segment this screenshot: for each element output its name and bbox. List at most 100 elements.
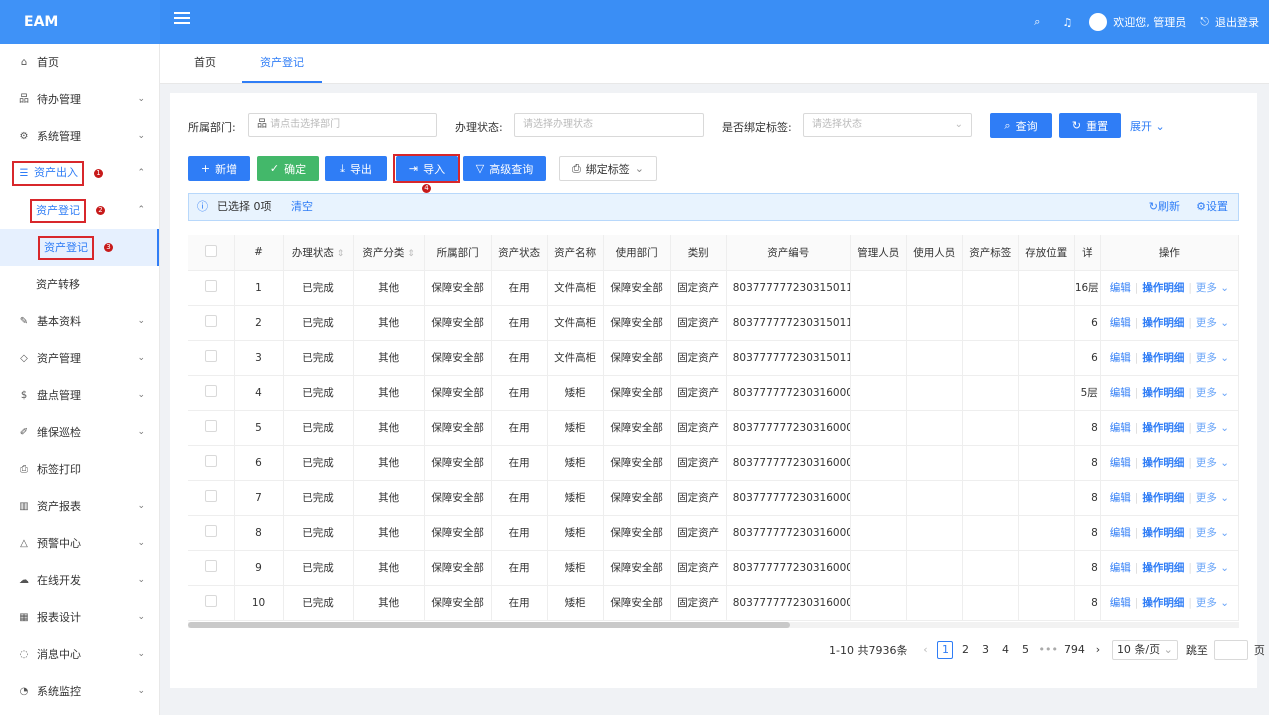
sidebar-item-inventory[interactable]: $ 盘点管理 ⌄ — [0, 377, 159, 414]
sort-icon[interactable]: ⇕ — [334, 249, 345, 259]
more-dropdown[interactable]: 更多 ⌄ — [1196, 597, 1229, 609]
more-dropdown[interactable]: 更多 ⌄ — [1196, 317, 1229, 329]
sidebar-item-asset-manage[interactable]: ◇ 资产管理 ⌄ — [0, 340, 159, 377]
row-checkbox[interactable] — [204, 455, 217, 467]
edit-link[interactable]: 编辑 — [1110, 422, 1131, 434]
edit-link[interactable]: 编辑 — [1110, 492, 1131, 504]
table-row[interactable]: 10 已完成 其他 保障安全部 在用 矮柜 保障安全部 固定资产 803777777230316… — [188, 585, 1240, 621]
edit-link[interactable]: 编辑 — [1110, 457, 1131, 469]
horizontal-scrollbar[interactable] — [188, 622, 1239, 628]
page-number[interactable]: 3 — [977, 641, 993, 659]
page-number[interactable]: 1 — [937, 641, 954, 659]
tab-asset-register[interactable]: 资产登记 — [242, 44, 322, 83]
select-all-checkbox[interactable] — [204, 244, 217, 257]
sidebar-item-label-print[interactable]: ⎙ 标签打印 — [0, 451, 159, 488]
prev-page-icon[interactable]: ‹ — [917, 641, 933, 659]
sidebar-item-asset-report[interactable]: ▥ 资产报表 ⌄ — [0, 488, 159, 525]
sidebar-item-system[interactable]: ⚙ 系统管理 ⌄ — [0, 118, 159, 155]
row-checkbox[interactable] — [204, 420, 217, 432]
menu-toggle-icon[interactable] — [174, 12, 190, 26]
row-checkbox[interactable] — [204, 350, 217, 362]
edit-link[interactable]: 编辑 — [1110, 387, 1131, 399]
sidebar-item-maintenance[interactable]: ✐ 维保巡检 ⌄ — [0, 414, 159, 451]
sidebar-item-online-dev[interactable]: ☁ 在线开发 ⌄ — [0, 562, 159, 599]
scrollbar-thumb[interactable] — [188, 622, 790, 628]
edit-link[interactable]: 编辑 — [1110, 282, 1131, 294]
dept-filter-input[interactable]: 品 请点击选择部门 — [248, 113, 437, 137]
jump-input[interactable] — [1213, 640, 1248, 660]
more-dropdown[interactable]: 更多 ⌄ — [1196, 352, 1229, 364]
sidebar-item-todo[interactable]: 品待办管理 ⌄ — [0, 81, 159, 118]
operation-detail-link[interactable]: 操作明细 — [1142, 562, 1184, 574]
operation-detail-link[interactable]: 操作明细 — [1142, 527, 1184, 539]
sort-icon[interactable]: ⇕ — [404, 249, 415, 259]
more-dropdown[interactable]: 更多 ⌄ — [1196, 422, 1229, 434]
pagination-ellipsis[interactable]: ••• — [1037, 641, 1058, 659]
operation-detail-link[interactable]: 操作明细 — [1142, 422, 1184, 434]
operation-detail-link[interactable]: 操作明细 — [1142, 457, 1184, 469]
search-icon[interactable]: ⌕ — [1029, 14, 1045, 30]
edit-link[interactable]: 编辑 — [1110, 352, 1131, 364]
table-row[interactable]: 4 已完成 其他 保障安全部 在用 矮柜 保障安全部 固定资产 8037777772303160… — [188, 375, 1240, 411]
edit-link[interactable]: 编辑 — [1110, 597, 1131, 609]
tag-filter-select[interactable]: 请选择状态 ⌄ — [803, 113, 972, 137]
row-checkbox[interactable] — [204, 595, 217, 607]
bell-icon[interactable]: ♫ — [1059, 14, 1075, 30]
sidebar-item-message-center[interactable]: ◌ 消息中心 ⌄ — [0, 636, 159, 673]
sidebar-item-asset-register[interactable]: 资产登记 3 — [0, 229, 159, 266]
sidebar-item-asset-transfer[interactable]: 资产转移 — [0, 266, 159, 303]
edit-link[interactable]: 编辑 — [1110, 562, 1131, 574]
page-number[interactable]: 2 — [957, 641, 973, 659]
tab-home[interactable]: 首页 — [194, 44, 216, 83]
page-last[interactable]: 794 — [1063, 641, 1086, 659]
more-dropdown[interactable]: 更多 ⌄ — [1196, 492, 1229, 504]
operation-detail-link[interactable]: 操作明细 — [1142, 387, 1184, 399]
more-dropdown[interactable]: 更多 ⌄ — [1196, 282, 1229, 294]
sidebar-item-asset-register-group[interactable]: 资产登记 2 ⌃ — [0, 192, 159, 229]
sidebar-item-alert-center[interactable]: △ 预警中心 ⌄ — [0, 525, 159, 562]
expand-link[interactable]: 展开 ⌄ — [1130, 118, 1165, 134]
row-checkbox[interactable] — [204, 280, 217, 292]
edit-link[interactable]: 编辑 — [1110, 317, 1131, 329]
page-number[interactable]: 4 — [997, 641, 1013, 659]
table-row[interactable]: 1 已完成 其他 保障安全部 在用 文件高柜 保障安全部 固定资产 80377777723031… — [188, 270, 1240, 306]
row-checkbox[interactable] — [204, 490, 217, 502]
sidebar-item-basic-data[interactable]: ✎ 基本资料 ⌄ — [0, 303, 159, 340]
table-row[interactable]: 8 已完成 其他 保障安全部 在用 矮柜 保障安全部 固定资产 8037777772303160… — [188, 515, 1240, 551]
row-checkbox[interactable] — [204, 560, 217, 572]
table-row[interactable]: 3 已完成 其他 保障安全部 在用 文件高柜 保障安全部 固定资产 80377777723031… — [188, 340, 1240, 376]
settings-link[interactable]: ⚙设置 — [1196, 194, 1228, 220]
sidebar-item-system-monitor[interactable]: ◔ 系统监控 ⌄ — [0, 673, 159, 710]
status-filter-select[interactable]: 请选择办理状态 — [514, 113, 704, 137]
sidebar-item-home[interactable]: ⌂ 首页 — [0, 44, 159, 81]
operation-detail-link[interactable]: 操作明细 — [1142, 282, 1184, 294]
more-dropdown[interactable]: 更多 ⌄ — [1196, 387, 1229, 399]
export-button[interactable]: ⤓ 导出 — [325, 156, 387, 181]
table-row[interactable]: 7 已完成 其他 保障安全部 在用 矮柜 保障安全部 固定资产 8037777772303160… — [188, 480, 1240, 516]
row-checkbox[interactable] — [204, 385, 217, 397]
operation-detail-link[interactable]: 操作明细 — [1142, 492, 1184, 504]
reset-button[interactable]: ↻ 重置 — [1059, 113, 1121, 138]
next-page-icon[interactable]: › — [1090, 641, 1106, 659]
table-row[interactable]: 6 已完成 其他 保障安全部 在用 矮柜 保障安全部 固定资产 8037777772303160… — [188, 445, 1240, 481]
add-button[interactable]: + 新增 — [188, 156, 250, 181]
advanced-query-button[interactable]: ▽ 高级查询 — [463, 156, 546, 181]
table-row[interactable]: 9 已完成 其他 保障安全部 在用 矮柜 保障安全部 固定资产 8037777772303160… — [188, 550, 1240, 586]
query-button[interactable]: ⌕ 查询 — [990, 113, 1052, 138]
confirm-button[interactable]: ✓ 确定 — [257, 156, 319, 181]
edit-link[interactable]: 编辑 — [1110, 527, 1131, 539]
more-dropdown[interactable]: 更多 ⌄ — [1196, 527, 1229, 539]
more-dropdown[interactable]: 更多 ⌄ — [1196, 562, 1229, 574]
operation-detail-link[interactable]: 操作明细 — [1142, 597, 1184, 609]
more-dropdown[interactable]: 更多 ⌄ — [1196, 457, 1229, 469]
refresh-link[interactable]: ↻刷新 — [1149, 194, 1180, 220]
table-row[interactable]: 5 已完成 其他 保障安全部 在用 矮柜 保障安全部 固定资产 8037777772303160… — [188, 410, 1240, 446]
sidebar-item-report-design[interactable]: ▦ 报表设计 ⌄ — [0, 599, 159, 636]
logout-button[interactable]: ⎋ 退出登录 — [1200, 14, 1259, 30]
column-header[interactable]: 办理状态 ⇕ — [283, 235, 354, 271]
page-number[interactable]: 5 — [1017, 641, 1033, 659]
table-row[interactable]: 2 已完成 其他 保障安全部 在用 文件高柜 保障安全部 固定资产 80377777723031… — [188, 305, 1240, 341]
page-size-select[interactable]: 10 条/页 ⌄ — [1111, 640, 1178, 660]
row-checkbox[interactable] — [204, 525, 217, 537]
user-menu[interactable]: 欢迎您, 管理员 — [1089, 13, 1186, 31]
